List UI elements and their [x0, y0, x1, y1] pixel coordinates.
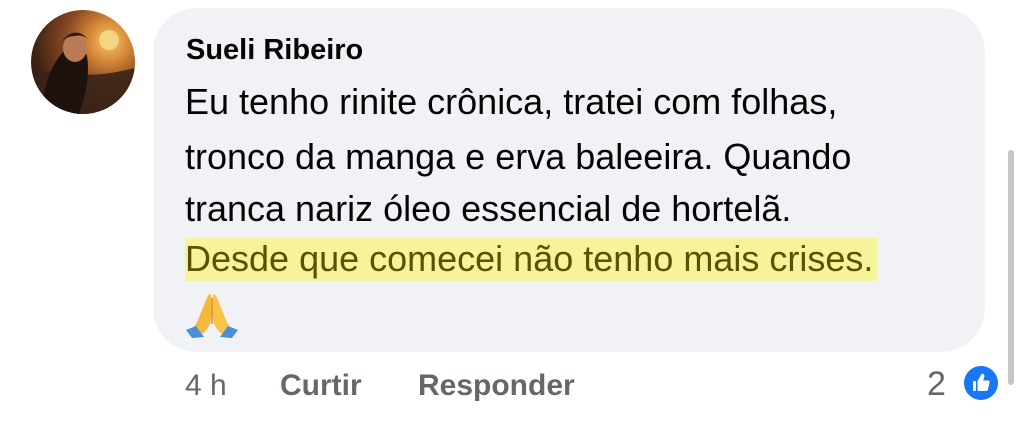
reaction-count[interactable]: 2: [927, 362, 946, 406]
avatar[interactable]: [31, 10, 135, 114]
scrollbar[interactable]: [1008, 150, 1014, 385]
comment-text-line: tronco da manga e erva baleeira. Quando: [185, 136, 852, 177]
highlighted-text-end: .: [863, 238, 874, 279]
highlighted-text-body: Desde que comecei não tenho mais crises: [185, 238, 864, 279]
comment-timestamp[interactable]: 4 h: [185, 364, 227, 408]
comment-container: Sueli Ribeiro Eu tenho rinite crônica, t…: [0, 0, 1024, 426]
like-button[interactable]: Curtir: [280, 364, 362, 408]
reply-button[interactable]: Responder: [418, 364, 575, 408]
comment-highlighted-line: Desde que comecei não tenho mais crises.: [185, 235, 878, 283]
folded-hands-icon: [184, 290, 240, 338]
comment-author[interactable]: Sueli Ribeiro: [186, 30, 363, 70]
comment-text-line: Eu tenho rinite crônica, tratei com folh…: [185, 81, 838, 122]
highlighted-text: Desde que comecei não tenho mais crises.: [185, 238, 878, 281]
comment-text-line: tranca nariz óleo essencial de hortelã.: [185, 188, 792, 229]
thumbs-up-icon[interactable]: [961, 363, 1001, 403]
avatar-photo: [31, 30, 135, 114]
